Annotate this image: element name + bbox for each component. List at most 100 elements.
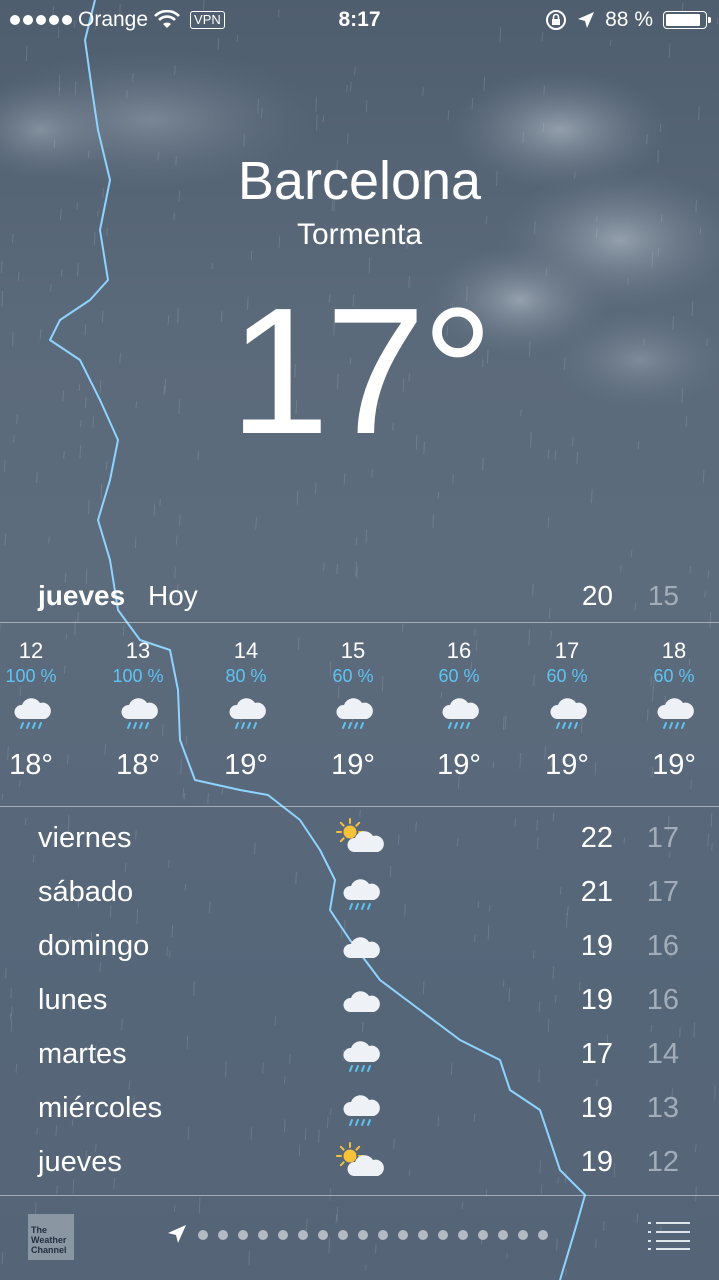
rain-cloud-icon — [0, 691, 85, 737]
rain-cloud-icon — [84, 691, 192, 737]
precip-chance: 80 % — [225, 666, 267, 686]
precip-chance: 100 % — [5, 666, 57, 686]
hour-label: 18 — [661, 638, 687, 663]
hour-label: 15 — [340, 638, 366, 663]
page-dot[interactable] — [378, 1230, 388, 1240]
page-dot[interactable] — [318, 1230, 328, 1240]
today-low-temp: 15 — [647, 580, 679, 611]
precip-chance: 60 % — [438, 666, 480, 686]
day-high-temp: 19 — [580, 930, 613, 962]
page-dot[interactable] — [278, 1230, 288, 1240]
page-dot[interactable] — [338, 1230, 348, 1240]
page-dot[interactable] — [418, 1230, 428, 1240]
current-location-icon[interactable] — [166, 1223, 188, 1245]
hour-label: 13 — [125, 638, 151, 663]
rain-cloud-icon — [343, 1041, 380, 1072]
hour-temp: 19° — [652, 749, 696, 781]
page-dot[interactable] — [438, 1230, 448, 1240]
battery-icon — [663, 11, 711, 29]
divider — [0, 622, 719, 623]
hourly-item: 12 100 % 18° — [0, 624, 85, 782]
battery-percent: 88 % — [605, 8, 653, 31]
page-dot[interactable] — [358, 1230, 368, 1240]
page-dot[interactable] — [518, 1230, 528, 1240]
status-right: 88 % — [545, 8, 711, 32]
day-low-temp: 16 — [646, 930, 679, 962]
day-low-temp: 16 — [646, 984, 679, 1016]
hour-label: 14 — [233, 638, 259, 663]
day-low-temp: 17 — [646, 876, 679, 908]
hour-temp: 18° — [116, 749, 160, 781]
day-name: domingo — [38, 930, 150, 962]
page-dot[interactable] — [538, 1230, 548, 1240]
hour-label: 17 — [554, 638, 580, 663]
weather-channel-logo[interactable]: The Weather Channel — [28, 1214, 74, 1260]
rotation-lock-icon — [546, 10, 567, 30]
rain-cloud-icon — [405, 691, 513, 737]
day-name: martes — [38, 1038, 127, 1070]
hour-temp: 18° — [9, 749, 53, 781]
daily-row: martes 17 14 — [0, 1028, 719, 1082]
hourly-item: 17 60 % 19° — [513, 624, 621, 782]
rain-cloud-icon — [192, 691, 300, 737]
precip-chance: 100 % — [112, 666, 164, 686]
hour-temp: 19° — [224, 749, 268, 781]
day-name: jueves — [38, 1146, 122, 1178]
rain-cloud-icon — [620, 691, 719, 737]
current-temperature: 17° — [229, 271, 493, 472]
today-summary-row: jueves Hoy 20 15 — [0, 575, 719, 621]
city-name: Barcelona — [237, 151, 482, 211]
cloud-icon — [343, 937, 380, 958]
city-list-icon[interactable] — [648, 1221, 690, 1251]
location-services-icon — [578, 12, 595, 28]
daily-row: lunes 19 16 — [0, 974, 719, 1028]
daily-row: domingo 19 16 — [0, 920, 719, 974]
day-high-temp: 22 — [580, 822, 613, 854]
page-dot[interactable] — [258, 1230, 268, 1240]
day-high-temp: 19 — [580, 984, 613, 1016]
day-name: sábado — [38, 876, 134, 908]
day-low-temp: 14 — [646, 1038, 679, 1070]
daily-row: sábado 21 17 — [0, 866, 719, 920]
rain-cloud-icon — [343, 879, 380, 910]
day-high-temp: 19 — [580, 1092, 613, 1124]
current-condition: Tormenta — [296, 218, 423, 251]
day-name: miércoles — [38, 1092, 163, 1124]
page-dot[interactable] — [398, 1230, 408, 1240]
daily-row: viernes 22 17 — [0, 812, 719, 866]
hour-label: 12 — [18, 638, 44, 663]
day-name: viernes — [38, 822, 132, 854]
precip-chance: 60 % — [332, 666, 374, 686]
day-low-temp: 13 — [646, 1092, 679, 1124]
hourly-item: 13 100 % 18° — [84, 624, 192, 782]
hour-temp: 19° — [437, 749, 481, 781]
page-dot[interactable] — [298, 1230, 308, 1240]
day-low-temp: 12 — [646, 1146, 679, 1178]
page-dot[interactable] — [218, 1230, 228, 1240]
rain-cloud-icon — [513, 691, 621, 737]
hourly-item: 14 80 % 19° — [192, 624, 300, 782]
day-high-temp: 19 — [580, 1146, 613, 1178]
day-high-temp: 17 — [580, 1038, 613, 1070]
partly-sunny-icon — [336, 1142, 384, 1176]
day-name: lunes — [38, 984, 108, 1016]
daily-row: jueves 19 12 — [0, 1136, 719, 1190]
hourly-item: 18 60 % 19° — [620, 624, 719, 782]
page-dot[interactable] — [458, 1230, 468, 1240]
divider — [0, 806, 719, 807]
page-dot[interactable] — [198, 1230, 208, 1240]
hourly-forecast[interactable]: 12 100 % 18° 13 100 % 18° 14 80 % 19° 15 — [0, 624, 719, 804]
divider — [0, 1195, 719, 1196]
page-dot[interactable] — [498, 1230, 508, 1240]
partly-sunny-icon — [336, 818, 384, 852]
hour-temp: 19° — [331, 749, 375, 781]
cloud-icon — [343, 991, 380, 1012]
precip-chance: 60 % — [653, 666, 695, 686]
page-indicator[interactable] — [198, 1230, 548, 1240]
today-high-temp: 20 — [581, 580, 613, 611]
page-dot[interactable] — [238, 1230, 248, 1240]
rain-cloud-icon — [343, 1095, 380, 1126]
hourly-item: 16 60 % 19° — [405, 624, 513, 782]
today-day-name: jueves — [38, 580, 126, 611]
page-dot[interactable] — [478, 1230, 488, 1240]
